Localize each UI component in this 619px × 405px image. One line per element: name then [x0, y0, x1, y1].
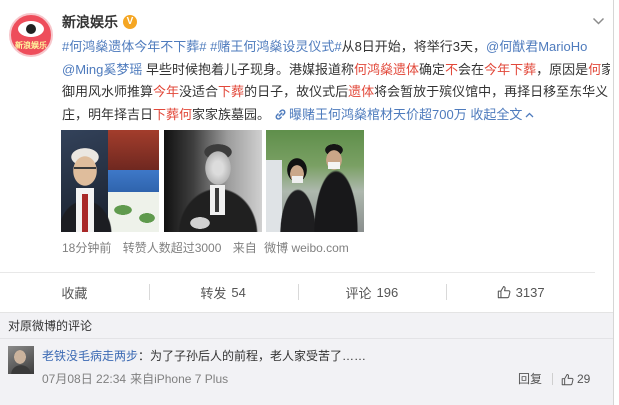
keyword-highlight: 今年下葬: [484, 61, 537, 77]
post-header: 新浪娱乐 V: [62, 13, 137, 31]
keyword-highlight: 遗体: [348, 84, 375, 99]
thumbs-up-icon: [561, 373, 574, 386]
repost-button[interactable]: 转发 54: [148, 273, 298, 311]
comment-button[interactable]: 评论 196: [297, 273, 447, 311]
post-text-span: 庄，明年择吉日: [62, 106, 154, 122]
post-source[interactable]: 微博 weibo.com: [264, 241, 349, 255]
keyword-highlight: 何: [588, 61, 602, 77]
author-avatar[interactable]: 新浪娱乐: [9, 13, 53, 57]
action-divider: [148, 284, 150, 300]
like-count: 3137: [515, 284, 545, 300]
comment-meta: 07月08日 22:34 来自iPhone 7 Plus: [42, 372, 228, 386]
weibo-post-page: 新浪娱乐 新浪娱乐 V #何鸿燊遗体今年不下葬# #赌王何鸿燊设灵仪式#从8日开…: [0, 0, 619, 405]
sina-eye-logo-icon: [18, 21, 44, 37]
post-text-span: 从8日开始，将举行3天，: [341, 39, 487, 54]
verified-badge-icon: V: [123, 15, 137, 29]
post-text-span: ，原因是: [536, 61, 589, 77]
action-divider: [297, 284, 299, 300]
action-divider: [446, 284, 448, 300]
collapse-text-link[interactable]: 收起全文: [470, 107, 522, 122]
post-text-span: 将会暂放于殡仪馆中，再择日移至东华义: [374, 84, 609, 99]
comment-count: 196: [376, 284, 399, 300]
keyword-highlight: 何鸿燊遗体: [354, 61, 420, 77]
post-text-span: 御用风水师推算: [62, 84, 154, 99]
post-photo-1[interactable]: [61, 130, 159, 232]
post-photo-3[interactable]: [266, 130, 364, 232]
post-text-span: 会在: [458, 61, 485, 77]
chevron-up-icon: [525, 112, 534, 118]
card-border: [613, 0, 614, 405]
commenter-name[interactable]: 老铁没毛病走两步: [42, 349, 138, 363]
favorite-label: 收藏: [61, 285, 88, 301]
commenter-avatar[interactable]: [8, 346, 34, 374]
keyword-highlight: 下葬何: [153, 106, 193, 122]
comment-reply-button[interactable]: 回复: [518, 372, 542, 386]
comment-like-count: 29: [577, 372, 591, 386]
like-button[interactable]: 3137: [446, 273, 595, 311]
link-icon: [274, 108, 287, 121]
logo-pupil: [26, 24, 36, 34]
post-photos: [61, 130, 364, 232]
post-text-span: 没适合: [179, 84, 219, 99]
mention-link[interactable]: @何猷君MarioHo: [486, 39, 587, 54]
post-text-span: 的日子，故仪式后: [244, 84, 349, 99]
comment-like-button[interactable]: 29: [561, 371, 590, 387]
post-time[interactable]: 18分钟前: [62, 241, 111, 255]
hashtag-link[interactable]: #何鸿燊遗体今年不下葬#: [62, 39, 206, 54]
thumbs-up-icon: [497, 285, 511, 299]
favorite-button[interactable]: 收藏: [0, 273, 149, 311]
avatar-logo-text: 新浪娱乐: [15, 41, 47, 50]
action-bar: 收藏 转发 54 评论 196 3137: [0, 272, 595, 311]
comments-section: 对原微博的评论 老铁没毛病走两步：为了子孙后人的前程，老人家受苦了…… 07月0…: [0, 312, 613, 405]
comment-body: 老铁没毛病走两步：为了子孙后人的前程，老人家受苦了……: [42, 349, 366, 363]
post-stats: 转赞人数超过3000: [122, 241, 222, 255]
keyword-highlight: 今年: [153, 84, 180, 99]
keyword-highlight: 下葬: [218, 84, 245, 99]
comment-action-divider: [552, 373, 553, 385]
post-photo-2[interactable]: [164, 130, 262, 232]
post-text-span: 确定: [419, 61, 446, 77]
post-text-span: 家家族墓园。: [192, 106, 271, 122]
mention-link[interactable]: @Ming奚梦瑶: [62, 62, 142, 77]
source-label: 来自: [232, 241, 257, 255]
post-text-line: @Ming奚梦瑶 早些时候抱着儿子现身。港媒报道称何鸿燊遗体确定不会在今年下葬，…: [62, 59, 610, 82]
author-name[interactable]: 新浪娱乐: [62, 12, 118, 32]
post-text-line: 庄，明年择吉日下葬何家家族墓园。 曝赌王何鸿燊棺材天价超700万 收起全文: [62, 104, 610, 127]
chevron-down-icon[interactable]: [592, 17, 605, 26]
repost-label: 转发: [200, 285, 227, 301]
hashtag-link[interactable]: #赌王何鸿燊设灵仪式#: [210, 39, 341, 54]
comment-text: ：为了子孙后人的前程，老人家受苦了……: [138, 349, 367, 363]
post-text-span: 家: [601, 61, 610, 77]
comment-label: 评论: [345, 285, 372, 301]
post-text-span: 早些时候抱着儿子现身。港媒报道称: [142, 61, 354, 77]
keyword-highlight: 不: [445, 61, 459, 77]
post-meta: 18分钟前 转赞人数超过3000 来自 微博 weibo.com: [62, 241, 349, 255]
repost-count: 54: [231, 284, 246, 300]
comment-source: 来自iPhone 7 Plus: [130, 372, 229, 386]
post-text: #何鸿燊遗体今年不下葬# #赌王何鸿燊设灵仪式#从8日开始，将举行3天，@何猷君…: [62, 36, 610, 126]
article-link[interactable]: 曝赌王何鸿燊棺材天价超700万: [289, 107, 467, 122]
post-text-line: 御用风水师推算今年没适合下葬的日子，故仪式后遗体将会暂放于殡仪馆中，再择日移至东…: [62, 81, 610, 104]
post-text-line: #何鸿燊遗体今年不下葬# #赌王何鸿燊设灵仪式#从8日开始，将举行3天，@何猷君…: [62, 36, 610, 59]
comment-time: 07月08日 22:34: [42, 372, 127, 386]
comments-header: 对原微博的评论: [0, 313, 613, 339]
